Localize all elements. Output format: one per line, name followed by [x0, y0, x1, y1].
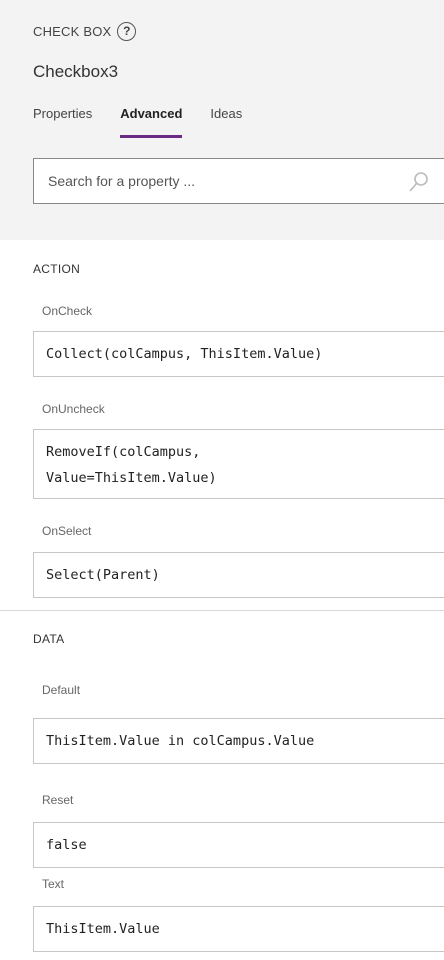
property-label-default: Default — [42, 683, 81, 697]
search-placeholder: Search for a property ... — [48, 173, 196, 189]
property-field-reset[interactable]: false — [33, 822, 444, 868]
control-type-label: CHECK BOX — [33, 24, 112, 39]
help-circle-icon[interactable]: ? — [117, 22, 137, 41]
tab-ideas[interactable]: Ideas — [210, 106, 242, 138]
section-title-data: DATA — [33, 632, 65, 646]
property-field-onuncheck[interactable]: RemoveIf(colCampus, Value=ThisItem.Value… — [33, 429, 444, 499]
property-label-text: Text — [42, 877, 65, 891]
tab-advanced[interactable]: Advanced — [120, 106, 183, 138]
section-title-action: ACTION — [33, 262, 81, 276]
property-field-onselect[interactable]: Select(Parent) — [33, 552, 444, 598]
search-input[interactable]: Search for a property ... — [33, 158, 444, 204]
property-label-reset: Reset — [42, 793, 74, 807]
property-label-oncheck: OnCheck — [42, 304, 93, 318]
tab-properties[interactable]: Properties — [33, 106, 92, 138]
control-type-heading: CHECK BOX ? — [33, 22, 137, 41]
control-name: Checkbox3 — [33, 62, 119, 81]
property-label-onselect: OnSelect — [42, 524, 92, 538]
property-field-text[interactable]: ThisItem.Value — [33, 906, 444, 952]
property-field-default[interactable]: ThisItem.Value in colCampus.Value — [33, 718, 444, 764]
tab-bar: Properties Advanced Ideas — [33, 106, 242, 138]
property-label-onuncheck: OnUncheck — [42, 402, 105, 416]
search-icon[interactable] — [408, 171, 430, 193]
property-field-oncheck[interactable]: Collect(colCampus, ThisItem.Value) — [33, 331, 444, 377]
section-divider — [0, 610, 444, 611]
